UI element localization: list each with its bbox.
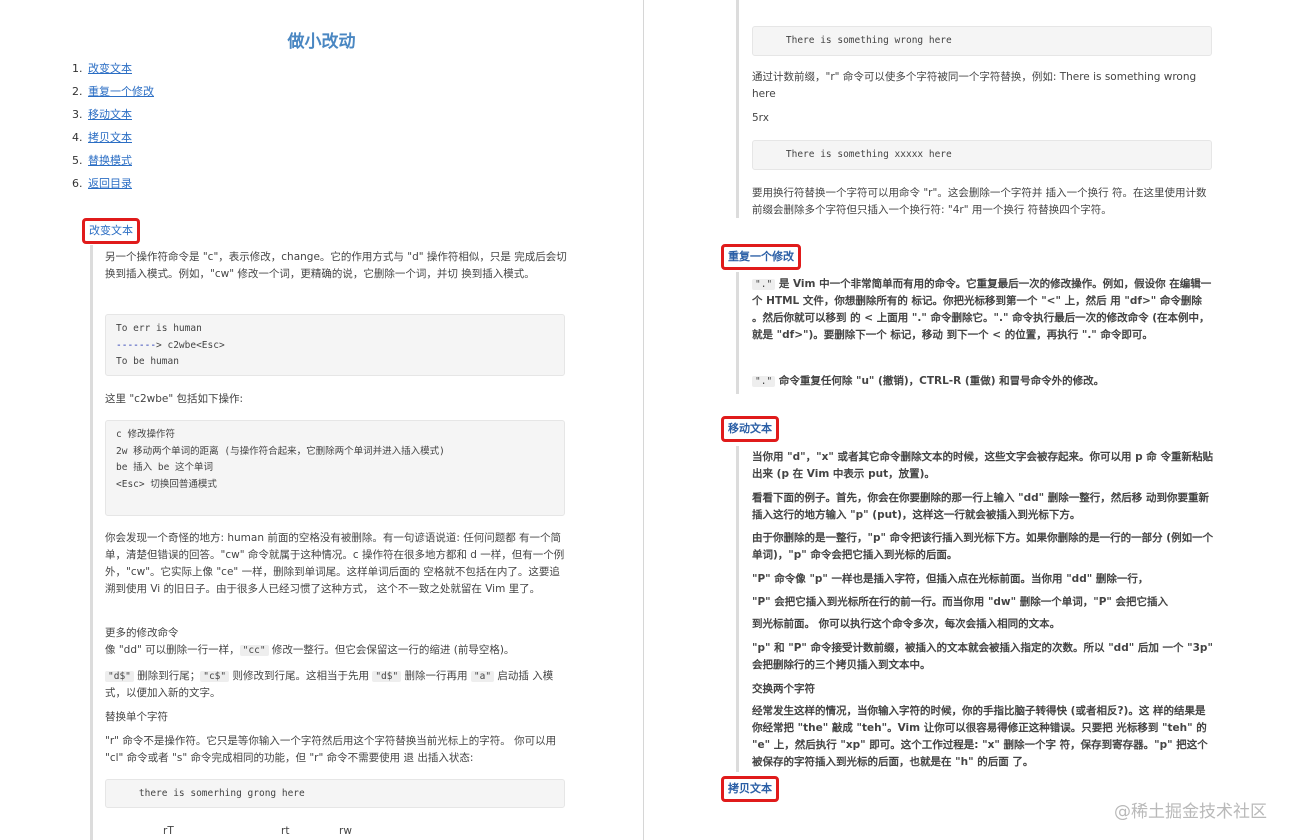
section-heading-move-text[interactable]: 移动文本 bbox=[721, 416, 779, 442]
toc-item: 2. 重复一个修改 bbox=[72, 83, 154, 106]
toc-item: 6. 返回目录 bbox=[72, 175, 154, 198]
left-page: 做小改动 1. 改变文本 2. 重复一个修改 3. 移动文本 4. 拷贝文本 5. 替换模… bbox=[0, 0, 643, 840]
paragraph-cc: 像 "dd" 可以删除一行一样， "cc" 修改一整行。但它会保留这一行的缩进 (… bbox=[105, 644, 515, 656]
paragraph-c2wbe-intro: 这里 "c2wbe" 包括如下操作: bbox=[105, 393, 244, 405]
paragraph-dot-scope: "." 命令重复任何除 "u" (撤销)，CTRL-R (重做) 和冒号命令外的… bbox=[752, 373, 1214, 390]
caret-label-rw: rw bbox=[339, 825, 352, 837]
page-title: 做小改动 bbox=[287, 32, 356, 52]
heading-replace-char: 替换单个字符 bbox=[105, 711, 168, 723]
code-block-wrong: There is something wrong here bbox=[752, 26, 1212, 56]
paragraph-move-2: 看看下面的例子。首先，你会在你要删除的那一行上输入 "dd" 删除一整行，然后移… bbox=[752, 492, 1209, 521]
paragraph-replace: "r" 命令不是操作符。它只是等你输入一个字符然后用这个字符替换当前光标上的字符… bbox=[105, 735, 557, 764]
code-block-c2wbe-steps: c 修改操作符 2w 移动两个单词的距离 (与操作符合起来，它删除两个单词并进入… bbox=[105, 420, 565, 516]
toc-link-replace-mode[interactable]: 替换模式 bbox=[88, 152, 132, 175]
paragraph-dsign: "d$" 删除到行尾； "c$" 则修改到行尾。这相当于先用 "d$" 删除一行再… bbox=[105, 670, 554, 699]
code-block-xxxxx: There is something xxxxx here bbox=[752, 140, 1212, 170]
paragraph-move-4: "P" 命令像 "p" 一样也是插入字符，但插入点在光标前面。当你用 "dd" … bbox=[752, 573, 1149, 585]
right-page: There is something wrong here 通过计数前缀，"r"… bbox=[644, 0, 1289, 840]
paragraph-5rx: 5rx bbox=[752, 112, 769, 124]
toc-item: 4. 拷贝文本 bbox=[72, 129, 154, 152]
paragraph-intro: 另一个操作符命令是 "c"，表示修改，change。它的作用方式与 "d" 操作… bbox=[105, 251, 567, 280]
section-heading-repeat-change[interactable]: 重复一个修改 bbox=[721, 244, 801, 270]
table-of-contents: 1. 改变文本 2. 重复一个修改 3. 移动文本 4. 拷贝文本 5. 替换模式 6. 返… bbox=[72, 60, 154, 198]
caret-label-rt: rt bbox=[281, 825, 290, 837]
paragraph-move-5: "P" 会把它插入到光标所在行的前一行。而当你用 "dw" 删除一个单词，"P"… bbox=[752, 596, 1169, 608]
toc-link-back-to-index[interactable]: 返回目录 bbox=[88, 175, 132, 198]
paragraph-move-6: 到光标前面。 你可以执行这个命令多次，每次会插入相同的文本。 bbox=[752, 618, 1061, 630]
toc-item: 1. 改变文本 bbox=[72, 60, 154, 83]
paragraph-move-7: "p" 和 "P" 命令接受计数前缀，被插入的文本就会被插入指定的次数。所以 "… bbox=[752, 642, 1213, 671]
code-block-c2wbe: To err is human -------> c2wbe<Esc> To b… bbox=[105, 314, 565, 376]
watermark: @稀土掘金技术社区 bbox=[1114, 802, 1267, 822]
paragraph-move-1: 当你用 "d"，"x" 或者其它命令删除文本的时候，这些文字会被存起来。你可以用… bbox=[752, 451, 1213, 480]
toc-item: 5. 替换模式 bbox=[72, 152, 154, 175]
caret-label-rT: rT bbox=[163, 825, 174, 837]
paragraph-dot-command: "." 是 Vim 中一个非常简单而有用的命令。它重复最后一次的修改操作。例如，… bbox=[752, 278, 1212, 341]
heading-more-commands: 更多的修改命令 bbox=[105, 627, 179, 639]
toc-item: 3. 移动文本 bbox=[72, 106, 154, 129]
paragraph-swap-chars: 经常发生这样的情况，当你输入字符的时候，你的手指比脑子转得快 (或者相反?)。这… bbox=[752, 705, 1208, 768]
toc-link-repeat-change[interactable]: 重复一个修改 bbox=[88, 83, 154, 106]
paragraph-oddity: 你会发现一个奇怪的地方: human 前面的空格没有被删除。有一句谚语说道: 任… bbox=[105, 532, 565, 595]
section-heading-change-text[interactable]: 改变文本 bbox=[82, 218, 140, 244]
arrow-indicator: ------- bbox=[116, 339, 157, 351]
heading-swap-chars: 交换两个字符 bbox=[752, 683, 815, 695]
paragraph-move-3: 由于你删除的是一整行，"p" 命令把该行插入到光标下方。如果你删除的是一行的一部… bbox=[752, 532, 1214, 561]
toc-link-copy-text[interactable]: 拷贝文本 bbox=[88, 129, 132, 152]
paragraph-newline: 要用换行符替换一个字符可以用命令 "r"。这会删除一个字符并 插入一个换行 符。… bbox=[752, 187, 1207, 216]
section-heading-copy-text[interactable]: 拷贝文本 bbox=[721, 776, 779, 802]
paragraph-count-prefix: 通过计数前缀，"r" 命令可以使多个字符被同一个字符替换，例如: There i… bbox=[752, 71, 1197, 100]
toc-link-change-text[interactable]: 改变文本 bbox=[88, 60, 132, 83]
toc-link-move-text[interactable]: 移动文本 bbox=[88, 106, 132, 129]
code-block-grong: there is somerhing grong here bbox=[105, 779, 565, 808]
